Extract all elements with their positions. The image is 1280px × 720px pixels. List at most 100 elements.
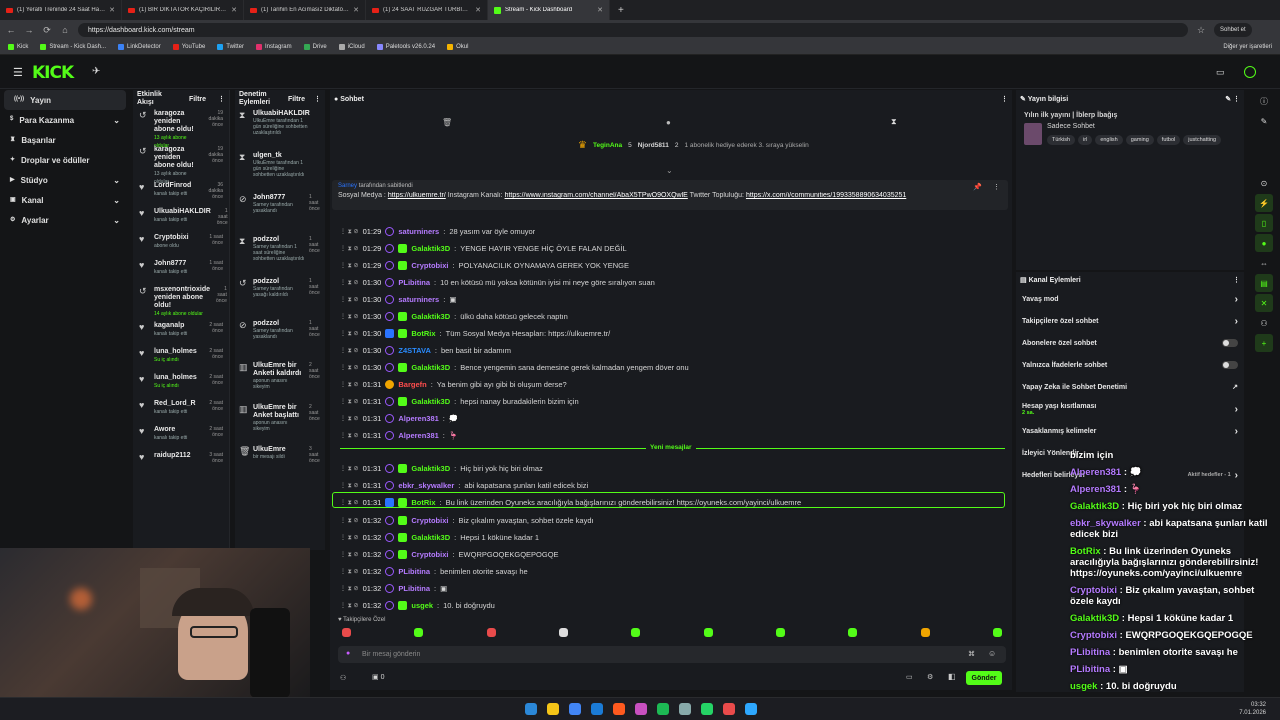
- sidebar-item-4[interactable]: ▶ Stüdyo ⌄: [0, 170, 130, 190]
- message-actions-icon[interactable]: ⋮ ⧗ ⊘: [340, 602, 359, 610]
- star-icon[interactable]: ☆: [1196, 25, 1206, 36]
- channel-action-item[interactable]: Takipçilere özel sohbet ›: [1016, 310, 1244, 332]
- bookmark-item[interactable]: Twitter: [217, 44, 244, 50]
- pin-icon[interactable]: ✈: [92, 66, 100, 77]
- emote-icon[interactable]: [486, 628, 496, 637]
- channel-action-item[interactable]: Hesap yaşı kısıtlaması 2 sa. ›: [1016, 398, 1244, 420]
- back-icon[interactable]: ←: [6, 25, 16, 35]
- edit-icon[interactable]: ✎ ⋮: [1225, 95, 1240, 103]
- stream-tag[interactable]: justchatting: [1183, 135, 1222, 145]
- taskbar-app-icon[interactable]: [569, 703, 581, 715]
- emote-icon[interactable]: [631, 628, 641, 637]
- display-icon[interactable]: ▭: [1216, 67, 1225, 78]
- kick-logo[interactable]: KICK: [32, 63, 74, 83]
- taskbar-app-icon[interactable]: [635, 703, 647, 715]
- message-user[interactable]: saturniners: [398, 227, 439, 236]
- add-icon[interactable]: +: [1255, 334, 1273, 352]
- chat-input[interactable]: Bir mesaj gönderin: [338, 646, 1006, 663]
- message-actions-icon[interactable]: ⋮ ⧗ ⊘: [340, 296, 359, 304]
- message-user[interactable]: Cryptobixi: [411, 516, 448, 525]
- message-user[interactable]: Cryptobixi: [411, 550, 448, 559]
- bookmark-item[interactable]: YouTube: [172, 44, 205, 50]
- sidebar-item-5[interactable]: ▣ Kanal ⌄: [0, 190, 130, 210]
- emote-icon[interactable]: [848, 628, 858, 637]
- taskbar-app-icon[interactable]: [547, 703, 559, 715]
- emote-icon[interactable]: [342, 628, 351, 637]
- stream-tag[interactable]: Türkish: [1047, 135, 1076, 145]
- message-user[interactable]: PLibitina: [398, 584, 430, 593]
- chat-icon[interactable]: ●: [1255, 234, 1273, 252]
- spacer-icon[interactable]: [1255, 132, 1273, 172]
- close-icon[interactable]: ✕: [109, 6, 115, 14]
- taskbar-app-icon[interactable]: [701, 703, 713, 715]
- message-actions-icon[interactable]: ⋮ ⧗ ⊘: [340, 330, 359, 338]
- taskbar-app-icon[interactable]: [525, 703, 537, 715]
- message-user[interactable]: Z4STAVA: [398, 346, 431, 355]
- translate-icon[interactable]: ⌘: [968, 650, 975, 658]
- channel-action-item[interactable]: Yavaş mod ›: [1016, 288, 1244, 310]
- stream-tag[interactable]: irl: [1078, 135, 1093, 145]
- bookmark-item[interactable]: Drive: [303, 44, 327, 50]
- message-user[interactable]: Cryptobixi: [411, 261, 448, 270]
- message-user[interactable]: usgek: [411, 601, 433, 610]
- stream-tag[interactable]: gaming: [1125, 135, 1154, 145]
- message-user[interactable]: BotRix: [411, 329, 435, 338]
- profile-chat-button[interactable]: Sohbet et: [1214, 23, 1252, 37]
- emote-icon[interactable]: [703, 628, 713, 637]
- taskbar-app-icon[interactable]: [723, 703, 735, 715]
- bookmark-item[interactable]: LinkDetector: [118, 44, 161, 50]
- message-actions-icon[interactable]: ⋮ ⧗ ⊘: [340, 551, 359, 559]
- avatar[interactable]: [1244, 66, 1256, 78]
- stream-tag[interactable]: english: [1095, 135, 1123, 145]
- message-user[interactable]: Galaktik3D: [411, 397, 450, 406]
- wrench-icon[interactable]: ✕: [1255, 294, 1273, 312]
- message-user[interactable]: PLibitina: [398, 567, 430, 576]
- channel-action-item[interactable]: Yapay Zeka ile Sohbet Denetimi ↗: [1016, 376, 1244, 398]
- taskbar-app-icon[interactable]: [591, 703, 603, 715]
- message-actions-icon[interactable]: ⋮ ⧗ ⊘: [340, 432, 359, 440]
- emote-icon[interactable]: [992, 628, 1002, 637]
- message-user[interactable]: Galaktik3D: [411, 533, 450, 542]
- sidebar-item-6[interactable]: ⚙ Ayarlar ⌄: [0, 210, 130, 230]
- message-user[interactable]: ebkr_skywalker: [398, 481, 454, 490]
- message-actions-icon[interactable]: ⋮ ⧗ ⊘: [340, 568, 359, 576]
- sidebar-item-0[interactable]: ((•)) Yayın: [4, 90, 126, 110]
- browser-tab[interactable]: (1) Yeralti Treninde 24 Saat Hayatt ✕: [0, 0, 122, 20]
- message-actions-icon[interactable]: ⋮ ⧗ ⊘: [340, 245, 359, 253]
- edit-icon[interactable]: ✎: [1255, 112, 1273, 130]
- message-actions-icon[interactable]: ⋮ ⧗ ⊘: [340, 482, 359, 490]
- channel-action-item[interactable]: Yalnızca İfadelerle sohbet: [1016, 354, 1244, 376]
- link-icon[interactable]: ⇔: [1255, 254, 1273, 272]
- taskbar-app-icon[interactable]: [657, 703, 669, 715]
- message-user[interactable]: Galaktik3D: [411, 312, 450, 321]
- emote-icon[interactable]: [920, 628, 930, 637]
- send-button[interactable]: Gönder: [966, 671, 1002, 685]
- stream-tag[interactable]: futbol: [1156, 135, 1181, 145]
- message-actions-icon[interactable]: ⋮ ⧗ ⊘: [340, 313, 359, 321]
- forward-icon[interactable]: →: [24, 25, 34, 35]
- target-icon[interactable]: ⊙: [1255, 174, 1273, 192]
- home-icon[interactable]: ⌂: [60, 25, 70, 35]
- phone-icon[interactable]: ▯: [1255, 214, 1273, 232]
- all-bookmarks[interactable]: Diğer yer işaretleri: [1223, 44, 1272, 50]
- activity-filter-button[interactable]: Filtre: [189, 96, 206, 103]
- message-user[interactable]: Alperen381: [398, 431, 438, 440]
- message-user[interactable]: Galaktik3D: [411, 244, 450, 253]
- emote-icon[interactable]: [558, 628, 568, 637]
- message-actions-icon[interactable]: ⋮ ⧗ ⊘: [340, 381, 359, 389]
- emote-icon[interactable]: [775, 628, 785, 637]
- message-actions-icon[interactable]: ⋮ ⧗ ⊘: [340, 517, 359, 525]
- menu-icon[interactable]: ☰: [13, 66, 23, 79]
- more-icon[interactable]: ⋮: [314, 95, 321, 103]
- toggle-switch[interactable]: [1222, 339, 1238, 347]
- reload-icon[interactable]: ⟳: [42, 25, 52, 36]
- message-actions-icon[interactable]: ⋮ ⧗ ⊘: [340, 347, 359, 355]
- sidebar-item-3[interactable]: ✦ Droplar ve ödüller: [0, 150, 130, 170]
- panel-icon[interactable]: ▤: [1255, 274, 1273, 292]
- users-icon[interactable]: ⚇: [340, 674, 346, 682]
- gear-icon[interactable]: ⚙: [927, 673, 933, 681]
- message-user[interactable]: Bargefn: [398, 380, 426, 389]
- chat-icon[interactable]: ▭: [906, 673, 913, 681]
- bookmark-item[interactable]: Kick: [8, 44, 28, 50]
- channel-action-item[interactable]: Yasaklanmış kelimeler ›: [1016, 420, 1244, 442]
